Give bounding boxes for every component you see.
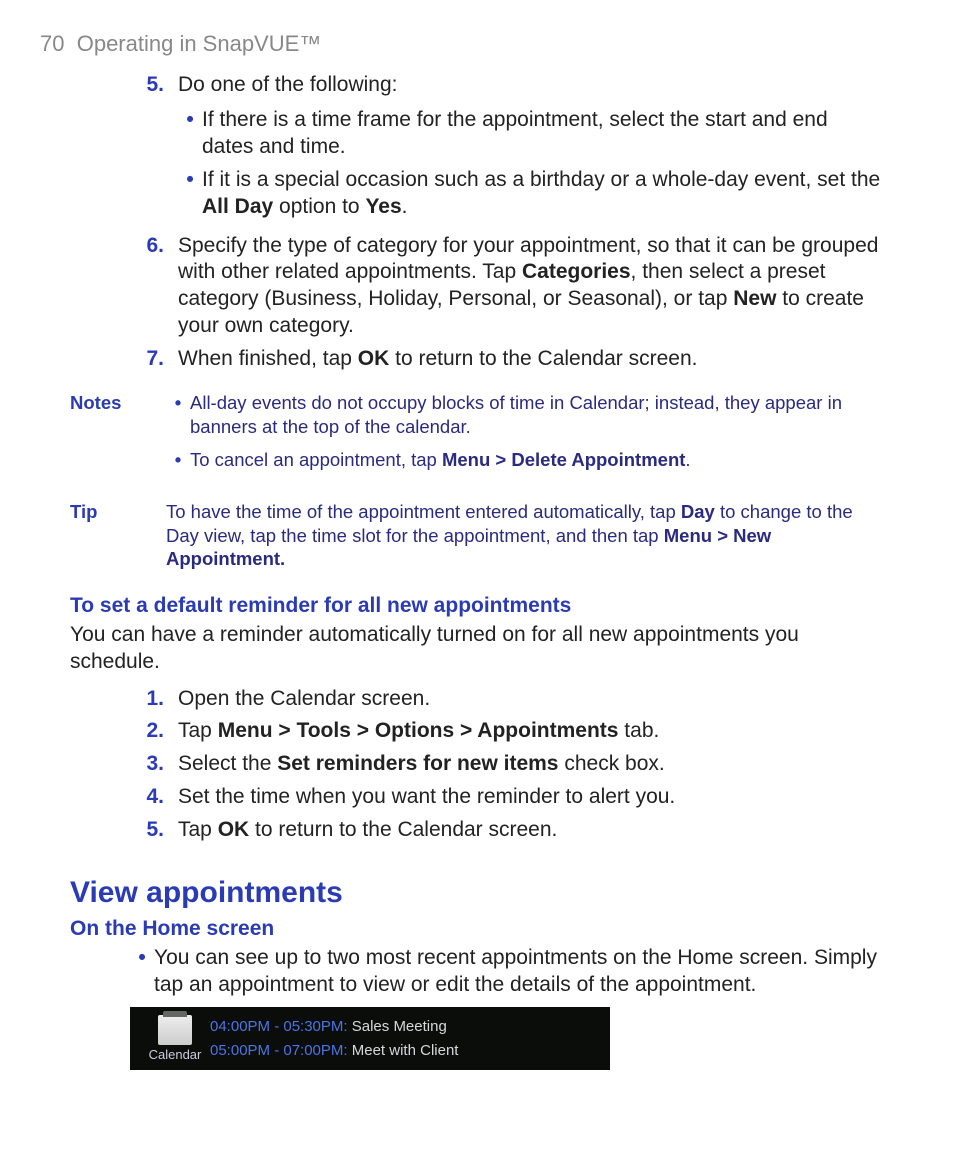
step-number: 1.	[130, 686, 178, 713]
step-6: 6. Specify the type of category for your…	[130, 233, 884, 341]
tip-block: Tip To have the time of the appointment …	[70, 500, 884, 571]
bullet-icon: •	[178, 167, 202, 221]
page-header: 70 Operating in SnapVUE™	[40, 30, 884, 58]
reminder-step-1: 1. Open the Calendar screen.	[130, 686, 884, 713]
appointment-list: 04:00PM - 05:30PM: Sales Meeting 05:00PM…	[210, 1015, 600, 1063]
calendar-icon-label: Calendar	[140, 1047, 210, 1064]
appointment-row: 05:00PM - 07:00PM: Meet with Client	[210, 1039, 600, 1063]
step-text: Open the Calendar screen.	[178, 686, 884, 713]
tip-text: To have the time of the appointment ente…	[166, 500, 884, 571]
step-text: Select the Set reminders for new items c…	[178, 751, 884, 778]
notes-label: Notes	[70, 391, 166, 482]
note-text: To cancel an appointment, tap Menu > Del…	[190, 448, 884, 472]
step-number: 7.	[130, 346, 178, 373]
step-number: 3.	[130, 751, 178, 778]
reminder-heading: To set a default reminder for all new ap…	[70, 593, 884, 620]
step-5-bullet-2: • If it is a special occasion such as a …	[178, 167, 884, 221]
appointment-title: Sales Meeting	[352, 1018, 447, 1035]
step-text: Tap Menu > Tools > Options > Appointment…	[178, 718, 884, 745]
view-bullet: • You can see up to two most recent appo…	[130, 945, 884, 999]
appointment-time: 04:00PM - 05:30PM:	[210, 1018, 348, 1035]
note-item-2: • To cancel an appointment, tap Menu > D…	[166, 448, 884, 472]
notes-block: Notes • All-day events do not occupy blo…	[70, 391, 884, 482]
step-number: 6.	[130, 233, 178, 341]
bullet-text: If there is a time frame for the appoint…	[202, 107, 884, 161]
calendar-widget-screenshot: Calendar 04:00PM - 05:30PM: Sales Meetin…	[130, 1007, 610, 1070]
calendar-icon	[158, 1015, 192, 1045]
step-text: Tap OK to return to the Calendar screen.	[178, 817, 884, 844]
bullet-icon: •	[166, 448, 190, 472]
reminder-step-5: 5. Tap OK to return to the Calendar scre…	[130, 817, 884, 844]
step-6-text: Specify the type of category for your ap…	[178, 233, 884, 341]
note-item-1: • All-day events do not occupy blocks of…	[166, 391, 884, 438]
on-home-screen-heading: On the Home screen	[70, 916, 884, 943]
note-text: All-day events do not occupy blocks of t…	[190, 391, 884, 438]
step-number: 5.	[130, 72, 178, 226]
page-number: 70	[40, 31, 64, 56]
calendar-icon-wrap: Calendar	[140, 1015, 210, 1064]
bullet-icon: •	[130, 945, 154, 999]
view-appointments-heading: View appointments	[70, 874, 884, 912]
bullet-icon: •	[166, 391, 190, 438]
step-5: 5. Do one of the following: • If there i…	[130, 72, 884, 226]
view-bullet-text: You can see up to two most recent appoin…	[154, 945, 884, 999]
appointment-title: Meet with Client	[352, 1042, 459, 1059]
tip-label: Tip	[70, 500, 166, 571]
step-5-text: Do one of the following:	[178, 72, 884, 99]
reminder-step-3: 3. Select the Set reminders for new item…	[130, 751, 884, 778]
step-number: 2.	[130, 718, 178, 745]
step-7: 7. When finished, tap OK to return to th…	[130, 346, 884, 373]
reminder-step-4: 4. Set the time when you want the remind…	[130, 784, 884, 811]
appointment-row: 04:00PM - 05:30PM: Sales Meeting	[210, 1015, 600, 1039]
chapter-title: Operating in SnapVUE™	[77, 31, 322, 56]
step-number: 4.	[130, 784, 178, 811]
appointment-time: 05:00PM - 07:00PM:	[210, 1042, 348, 1059]
step-7-text: When finished, tap OK to return to the C…	[178, 346, 884, 373]
bullet-icon: •	[178, 107, 202, 161]
step-text: Set the time when you want the reminder …	[178, 784, 884, 811]
bullet-text: If it is a special occasion such as a bi…	[202, 167, 884, 221]
reminder-intro: You can have a reminder automatically tu…	[70, 622, 884, 676]
reminder-step-2: 2. Tap Menu > Tools > Options > Appointm…	[130, 718, 884, 745]
step-number: 5.	[130, 817, 178, 844]
step-5-bullet-1: • If there is a time frame for the appoi…	[178, 107, 884, 161]
